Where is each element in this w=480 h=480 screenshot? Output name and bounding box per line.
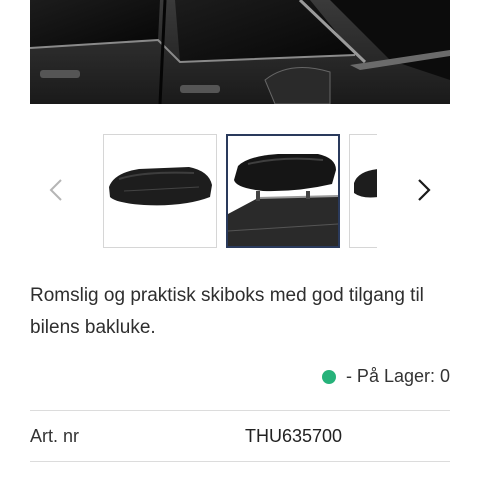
carousel-thumbnail-active[interactable] [226, 134, 340, 248]
stock-indicator-dot [321, 369, 336, 384]
roof-box-partial-thumbnail-image [350, 135, 377, 247]
divider [30, 461, 450, 462]
carousel-next-button[interactable] [412, 178, 436, 202]
stock-text: - På Lager: 0 [345, 366, 450, 386]
spec-row-article-number: Art. nr THU635700 [30, 411, 450, 461]
chevron-right-icon [418, 179, 431, 201]
product-description: Romslig og praktisk skiboks med god tilg… [30, 285, 424, 338]
spec-value: THU635700 [245, 426, 343, 446]
roof-box-on-car-thumbnail-image [228, 136, 338, 246]
stock-status: - På Lager: 0 [321, 366, 450, 387]
roof-box-thumbnail-image [104, 135, 216, 247]
spec-label: Art. nr [30, 426, 80, 446]
carousel-thumbnail[interactable] [349, 134, 377, 248]
image-carousel [0, 134, 480, 249]
car-roof-box-image [30, 0, 450, 104]
product-main-image[interactable] [30, 0, 450, 104]
chevron-left-icon [49, 179, 62, 201]
carousel-prev-button[interactable] [44, 178, 68, 202]
carousel-thumbnail[interactable] [103, 134, 217, 248]
